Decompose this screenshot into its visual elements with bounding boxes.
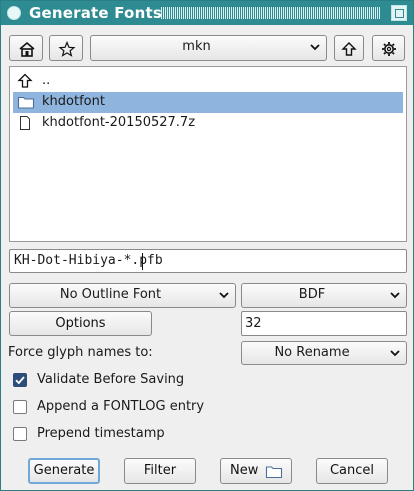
list-item-label: khdotfont (42, 94, 105, 109)
title-bar[interactable]: Generate Fonts (1, 1, 413, 25)
chevron-down-icon (310, 44, 320, 51)
checkmark-icon (15, 376, 25, 385)
app-icon[interactable] (7, 6, 21, 20)
settings-button[interactable] (372, 35, 405, 61)
bitmap-format-value: BDF (298, 287, 326, 302)
chevron-down-icon (390, 350, 400, 357)
gear-icon (382, 42, 396, 56)
fontlog-checkbox[interactable] (13, 400, 27, 414)
parent-directory-button[interactable] (334, 35, 364, 61)
cancel-button[interactable]: Cancel (316, 458, 388, 484)
text-cursor (142, 253, 143, 270)
chevron-down-icon (390, 292, 400, 299)
bookmarks-button[interactable] (49, 35, 83, 61)
filename-value: KH-Dot-Hibiya-*.pfb (14, 253, 163, 268)
home-button[interactable] (9, 35, 43, 61)
list-item-folder[interactable]: khdotfont (13, 92, 403, 113)
generate-button[interactable]: Generate (28, 458, 100, 484)
directory-dropdown[interactable]: mkn (90, 35, 327, 61)
bitmap-sizes-field[interactable]: 32 (241, 311, 407, 336)
folder-icon (17, 96, 35, 109)
list-item-label: khdotfont-20150527.7z (42, 115, 196, 130)
new-folder-button[interactable]: New (220, 458, 292, 484)
file-list[interactable]: .. khdotfont khdotfont-20150527.7z (9, 66, 407, 242)
folder-icon (265, 466, 283, 479)
up-arrow-icon (17, 73, 33, 88)
outline-format-value: No Outline Font (59, 287, 162, 302)
title-bar-grip (161, 7, 381, 19)
maximize-button[interactable] (391, 5, 407, 21)
generate-fonts-dialog: Generate Fonts mkn .. khdotfont khdotfon… (0, 0, 414, 491)
home-icon (19, 41, 35, 57)
glyph-names-value: No Rename (274, 345, 350, 360)
bitmap-format-dropdown[interactable]: BDF (241, 283, 407, 308)
timestamp-label[interactable]: Prepend timestamp (37, 426, 165, 441)
star-icon (58, 41, 76, 57)
directory-value: mkn (182, 39, 211, 54)
validate-label[interactable]: Validate Before Saving (37, 372, 184, 387)
glyph-names-dropdown[interactable]: No Rename (241, 341, 407, 365)
bitmap-sizes-value: 32 (245, 316, 262, 331)
file-icon (20, 116, 30, 130)
fontlog-label[interactable]: Append a FONTLOG entry (37, 399, 204, 414)
validate-checkbox[interactable] (13, 373, 27, 387)
window-title: Generate Fonts (29, 4, 162, 22)
chevron-down-icon (219, 292, 229, 299)
list-item-parent[interactable]: .. (13, 71, 403, 92)
glyph-names-label: Force glyph names to: (8, 345, 153, 360)
outline-format-dropdown[interactable]: No Outline Font (9, 283, 236, 308)
list-item-file[interactable]: khdotfont-20150527.7z (13, 113, 403, 134)
new-folder-label: New (230, 463, 259, 478)
filter-button[interactable]: Filter (124, 458, 196, 484)
arrow-up-icon (341, 42, 357, 56)
options-button[interactable]: Options (9, 311, 152, 336)
list-item-label: .. (42, 73, 51, 88)
filename-field[interactable]: KH-Dot-Hibiya-*.pfb (9, 249, 407, 273)
timestamp-checkbox[interactable] (13, 427, 27, 441)
